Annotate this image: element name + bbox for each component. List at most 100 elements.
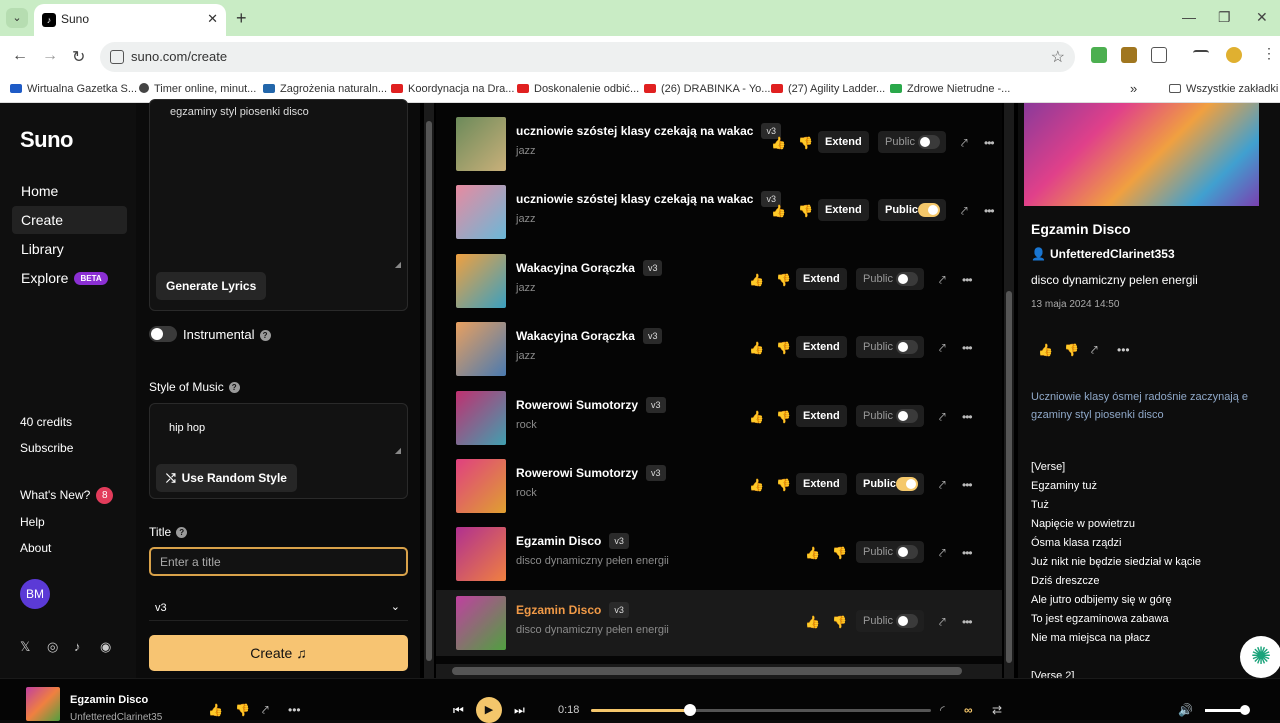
song-title[interactable]: uczniowie szóstej klasy czekają na wakac…: [516, 123, 781, 139]
song-row[interactable]: uczniowie szóstej klasy czekają na wakac…: [436, 179, 1002, 245]
thumbs-down-icon[interactable]: 👎: [776, 478, 791, 492]
browser-menu-icon[interactable]: ⋮: [1262, 45, 1278, 61]
extend-button[interactable]: Extend: [796, 336, 847, 359]
bookmark-item[interactable]: (26) DRABINKA - Yo...: [644, 83, 770, 95]
toggle-switch[interactable]: [896, 271, 918, 286]
more-options-icon[interactable]: •••: [962, 478, 973, 492]
toggle-switch[interactable]: [918, 203, 940, 218]
thumbs-down-icon[interactable]: 👎: [1064, 343, 1079, 357]
nav-library[interactable]: Library: [12, 235, 127, 263]
nav-explore[interactable]: Explore BETA: [12, 264, 127, 292]
resize-handle-icon[interactable]: ◢: [395, 446, 401, 455]
share-icon[interactable]: ⤤: [961, 204, 968, 219]
thumbs-down-icon[interactable]: 👎: [235, 703, 250, 717]
share-icon[interactable]: ⤤: [939, 478, 946, 493]
back-arrow-icon[interactable]: ←: [12, 47, 28, 65]
toggle-switch[interactable]: [896, 340, 918, 355]
song-row[interactable]: Rowerowi Sumotorzy v3 rock 👍 👎 Extend Public ⤤ •…: [436, 385, 1002, 451]
thumbs-up-icon[interactable]: 👍: [749, 341, 764, 355]
public-toggle[interactable]: Public: [856, 541, 924, 564]
scrollbar-thumb[interactable]: [426, 121, 432, 661]
bookmark-item[interactable]: Timer online, minut...: [139, 83, 256, 95]
tiktok-icon[interactable]: ♪: [74, 639, 81, 654]
create-button[interactable]: Create ♫: [149, 635, 408, 671]
discord-icon[interactable]: ◉: [100, 639, 111, 655]
bookmark-star-icon[interactable]: ☆: [1051, 47, 1065, 67]
song-cover-art[interactable]: [456, 527, 506, 582]
form-scrollbar[interactable]: [424, 103, 434, 678]
site-info-icon[interactable]: [110, 50, 124, 64]
thumbs-down-icon[interactable]: 👎: [798, 204, 813, 218]
thumbs-up-icon[interactable]: 👍: [1038, 343, 1053, 357]
help-icon[interactable]: ?: [259, 330, 271, 341]
extend-button[interactable]: Extend: [818, 131, 869, 153]
more-options-icon[interactable]: •••: [1117, 343, 1130, 357]
browser-tab[interactable]: ♪ Suno ✕: [34, 4, 226, 36]
list-scrollbar[interactable]: [1004, 103, 1014, 678]
extend-button[interactable]: Extend: [818, 199, 869, 222]
instrumental-toggle[interactable]: [149, 326, 177, 342]
share-icon[interactable]: ⤤: [939, 546, 946, 561]
player-user[interactable]: UnfetteredClarinet35: [70, 712, 162, 723]
reload-icon[interactable]: ↻: [72, 47, 85, 67]
horizontal-scrollbar[interactable]: [436, 664, 1002, 678]
song-title[interactable]: Egzamin Disco v3: [516, 533, 629, 550]
song-cover-art[interactable]: [456, 117, 506, 171]
song-row[interactable]: Wakacyjna Gorączka v3 jazz 👍 👎 Extend Public ⤤ •…: [436, 248, 1002, 314]
avatar[interactable]: BM: [20, 579, 50, 609]
song-row[interactable]: uczniowie szóstej klasy czekają na wakac…: [436, 111, 1002, 177]
extend-button[interactable]: Extend: [796, 267, 847, 290]
scrollbar-thumb[interactable]: [1006, 291, 1012, 663]
share-icon[interactable]: ⤤: [1091, 343, 1098, 358]
thumbs-up-icon[interactable]: 👍: [208, 703, 223, 717]
more-options-icon[interactable]: •••: [984, 204, 995, 218]
toggle-switch[interactable]: [918, 135, 940, 149]
loop-icon[interactable]: ∞: [964, 703, 973, 717]
bookmark-item[interactable]: Zdrowe Nietrudne -...: [890, 83, 1010, 95]
url-text[interactable]: suno.com/create: [131, 49, 227, 64]
about-link[interactable]: About: [20, 541, 51, 555]
scrollbar-thumb[interactable]: [452, 667, 962, 675]
song-title[interactable]: Rowerowi Sumotorzy v3: [516, 396, 666, 413]
thumbs-up-icon[interactable]: 👍: [749, 410, 764, 424]
song-cover-art[interactable]: [456, 253, 506, 308]
public-toggle[interactable]: Public: [856, 336, 924, 359]
bookmark-item[interactable]: Koordynacja na Dra...: [391, 83, 514, 95]
bookmark-item[interactable]: Doskonalenie odbić...: [517, 83, 639, 95]
thumbs-down-icon[interactable]: 👎: [832, 546, 847, 560]
more-options-icon[interactable]: •••: [288, 703, 301, 717]
player-cover-art[interactable]: [26, 687, 60, 721]
song-row[interactable]: Rowerowi Sumotorzy v3 rock 👍 👎 Extend Public ⤤ •…: [436, 453, 1002, 519]
song-row[interactable]: Wakacyjna Gorączka v3 jazz 👍 👎 Extend Public ⤤ •…: [436, 316, 1002, 382]
more-options-icon[interactable]: •••: [984, 136, 995, 150]
restore-icon[interactable]: ❐: [1218, 9, 1231, 26]
close-icon[interactable]: ✕: [207, 11, 218, 27]
thumbs-up-icon[interactable]: 👍: [749, 273, 764, 287]
extensions-puzzle-icon[interactable]: [1151, 47, 1167, 63]
assistant-fab-icon[interactable]: ✺: [1240, 636, 1280, 678]
new-tab-icon[interactable]: +: [236, 8, 247, 29]
thumbs-up-icon[interactable]: 👍: [805, 546, 820, 560]
whats-new-link[interactable]: What's New? 8: [20, 487, 114, 504]
style-textarea[interactable]: hip hop ◢ ⤭ Use Random Style: [149, 403, 408, 499]
next-track-icon[interactable]: ⏭: [514, 703, 525, 718]
song-row[interactable]: Egzamin Disco v3 disco dynamiczny pełen en…: [436, 589, 1002, 656]
title-input[interactable]: [149, 547, 408, 576]
thumbs-down-icon[interactable]: 👎: [776, 273, 791, 287]
more-options-icon[interactable]: •••: [962, 546, 973, 560]
help-icon[interactable]: ?: [176, 527, 188, 538]
public-toggle[interactable]: Public: [856, 473, 924, 495]
progress-handle[interactable]: [683, 704, 696, 716]
bookmark-item[interactable]: Wirtualna Gazetka S...: [10, 83, 137, 95]
extension-owl-icon[interactable]: [1121, 47, 1137, 63]
thumbs-up-icon[interactable]: 👍: [805, 615, 820, 629]
profile-icon[interactable]: [1226, 47, 1242, 63]
thumbs-up-icon[interactable]: 👍: [771, 204, 786, 218]
minimize-icon[interactable]: —: [1182, 9, 1196, 25]
song-title[interactable]: Egzamin Disco v3: [516, 601, 629, 618]
thumbs-down-icon[interactable]: 👎: [776, 341, 791, 355]
extend-button[interactable]: Extend: [796, 404, 847, 427]
window-close-icon[interactable]: ✕: [1256, 9, 1268, 26]
share-icon[interactable]: ⤤: [939, 273, 946, 288]
suno-logo[interactable]: Suno: [20, 127, 74, 153]
